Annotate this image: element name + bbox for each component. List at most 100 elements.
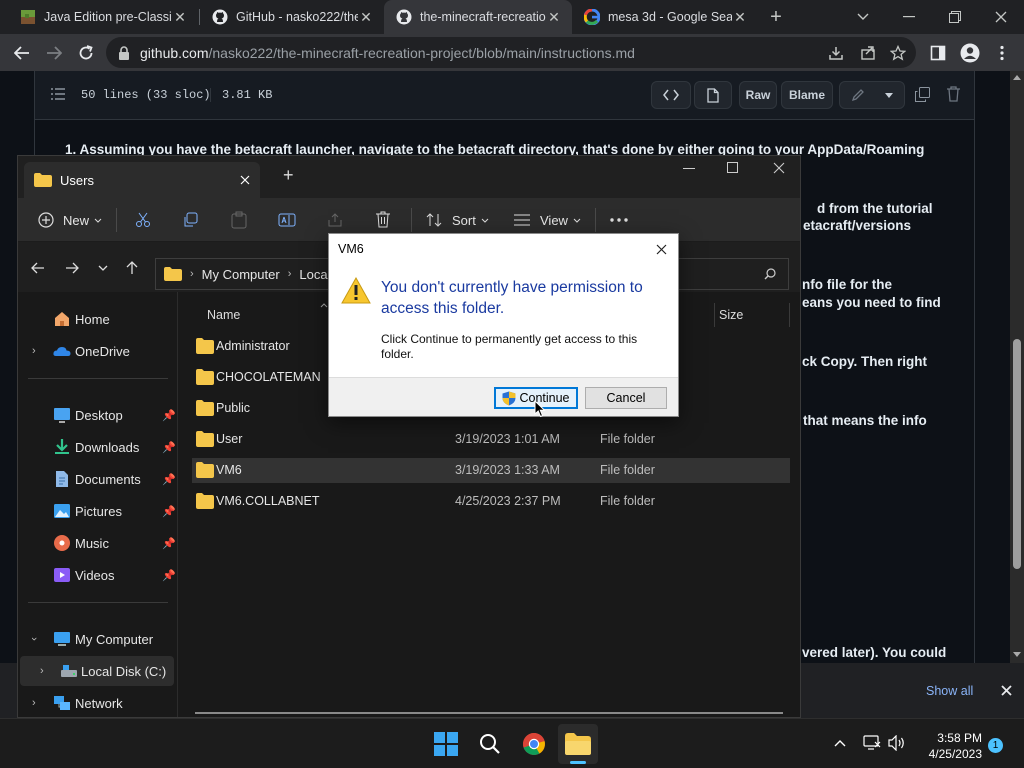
close-icon[interactable]: ✕ — [172, 9, 188, 26]
close-icon[interactable]: ✕ — [732, 9, 748, 26]
chevron-right-icon[interactable]: › — [32, 697, 36, 709]
share-icon[interactable] — [327, 212, 343, 228]
address-bar[interactable]: github.com/nasko222/the-minecraft-recrea… — [106, 37, 916, 68]
menu-button[interactable] — [986, 34, 1018, 71]
table-row[interactable]: User 3/19/2023 1:01 AM File folder — [192, 427, 790, 452]
tab-search-button[interactable] — [840, 0, 886, 34]
minimize-button[interactable] — [886, 0, 932, 34]
volume-icon[interactable] — [888, 735, 906, 751]
close-icon[interactable] — [1001, 685, 1012, 696]
nav-documents[interactable]: Documents 📌 — [20, 464, 176, 494]
view-button[interactable]: View — [514, 206, 581, 234]
divider[interactable] — [714, 303, 715, 327]
recent-locations-button[interactable] — [89, 254, 117, 282]
nav-local-disk[interactable]: › Local Disk (C:) — [20, 656, 174, 686]
pane-divider[interactable] — [177, 292, 178, 717]
back-button[interactable] — [6, 34, 38, 71]
table-row[interactable]: VM6 3/19/2023 1:33 AM File folder — [192, 458, 790, 483]
nav-my-computer[interactable]: › My Computer — [20, 624, 174, 654]
up-button[interactable] — [118, 254, 146, 282]
chevron-right-icon[interactable]: › — [40, 665, 44, 677]
forward-button[interactable] — [58, 254, 86, 282]
browser-tab-4[interactable]: mesa 3d - Google Sear ✕ — [572, 0, 758, 34]
restore-button[interactable] — [932, 0, 978, 34]
scroll-down-icon[interactable] — [1013, 652, 1021, 657]
reload-button[interactable] — [70, 34, 102, 71]
close-icon[interactable] — [773, 162, 785, 174]
divider[interactable] — [789, 303, 790, 327]
minimize-icon[interactable] — [683, 168, 695, 170]
close-icon[interactable] — [240, 175, 250, 185]
preview-button[interactable] — [694, 81, 732, 109]
nav-desktop[interactable]: Desktop 📌 — [20, 400, 176, 430]
network-status-icon[interactable] — [863, 735, 881, 751]
close-icon[interactable]: ✕ — [358, 9, 374, 26]
profile-button[interactable] — [954, 34, 986, 71]
pin-icon[interactable]: 📌 — [162, 505, 176, 518]
chevron-right-icon[interactable]: › — [32, 345, 36, 357]
code-view-button[interactable] — [651, 81, 691, 109]
nav-music[interactable]: Music 📌 — [20, 528, 176, 558]
page-scrollbar[interactable] — [1010, 71, 1024, 663]
column-size[interactable]: Size — [719, 308, 743, 322]
copy-icon[interactable] — [182, 212, 198, 228]
edit-button[interactable] — [839, 81, 905, 109]
nav-downloads[interactable]: Downloads 📌 — [20, 432, 176, 462]
install-app-button[interactable] — [820, 34, 852, 71]
rename-icon[interactable] — [278, 212, 296, 228]
chevron-down-icon[interactable]: › — [28, 637, 40, 641]
paste-icon[interactable] — [231, 211, 247, 229]
bookmark-button[interactable] — [882, 34, 914, 71]
chrome-taskbar-button[interactable] — [514, 724, 554, 764]
search-icon[interactable] — [764, 268, 776, 280]
new-tab-button[interactable]: + — [283, 165, 294, 186]
search-button[interactable] — [470, 724, 510, 764]
table-row[interactable]: VM6.COLLABNET 4/25/2023 2:37 PM File fol… — [192, 489, 790, 514]
chevron-up-icon[interactable] — [834, 739, 846, 747]
scroll-thumb[interactable] — [1013, 339, 1021, 569]
copy-icon[interactable] — [915, 87, 930, 102]
close-window-button[interactable] — [978, 0, 1024, 34]
file-explorer-taskbar-button[interactable] — [558, 724, 598, 764]
new-tab-button[interactable]: + — [758, 0, 794, 34]
browser-tab-2[interactable]: GitHub - nasko222/the ✕ — [200, 0, 384, 34]
pin-icon[interactable]: 📌 — [162, 441, 176, 454]
nav-onedrive[interactable]: › OneDrive — [20, 336, 174, 366]
forward-button[interactable] — [38, 34, 70, 71]
cancel-button[interactable]: Cancel — [585, 387, 667, 409]
explorer-tab[interactable]: Users — [24, 162, 260, 198]
browser-tab-1[interactable]: Java Edition pre-Classic ✕ — [8, 0, 198, 34]
blame-button[interactable]: Blame — [781, 81, 833, 109]
trash-icon[interactable] — [375, 211, 391, 228]
pin-icon[interactable]: 📌 — [162, 473, 176, 486]
share-button[interactable] — [852, 34, 884, 71]
sort-button[interactable]: Sort — [426, 206, 489, 234]
more-horiz-icon[interactable] — [610, 218, 628, 222]
trash-icon[interactable] — [947, 86, 960, 102]
nav-home[interactable]: Home — [20, 304, 174, 334]
pin-icon[interactable]: 📌 — [162, 569, 176, 582]
notification-badge[interactable]: 1 — [988, 738, 1003, 753]
nav-pictures[interactable]: Pictures 📌 — [20, 496, 176, 526]
outline-icon[interactable] — [51, 88, 65, 100]
start-button[interactable] — [426, 724, 466, 764]
show-all-link[interactable]: Show all — [926, 684, 973, 698]
maximize-icon[interactable] — [727, 162, 738, 173]
pin-icon[interactable]: 📌 — [162, 409, 176, 422]
new-button[interactable]: New — [38, 206, 102, 234]
close-icon[interactable]: ✕ — [546, 9, 562, 26]
scroll-up-icon[interactable] — [1013, 75, 1021, 80]
side-panel-button[interactable] — [922, 34, 954, 71]
breadcrumb-my-computer[interactable]: My Computer — [202, 267, 280, 282]
column-name[interactable]: Name — [207, 308, 240, 322]
dialog-close-button[interactable] — [651, 239, 671, 259]
back-button[interactable] — [24, 254, 52, 282]
cut-icon[interactable] — [135, 212, 151, 228]
raw-button[interactable]: Raw — [739, 81, 777, 109]
pin-icon[interactable]: 📌 — [162, 537, 176, 550]
horizontal-scrollbar[interactable] — [195, 712, 783, 714]
nav-network[interactable]: › Network — [20, 688, 174, 718]
nav-videos[interactable]: Videos 📌 — [20, 560, 176, 590]
breadcrumb-local[interactable]: Local — [299, 267, 330, 282]
system-clock[interactable]: 3:58 PM 4/25/2023 — [912, 730, 982, 762]
